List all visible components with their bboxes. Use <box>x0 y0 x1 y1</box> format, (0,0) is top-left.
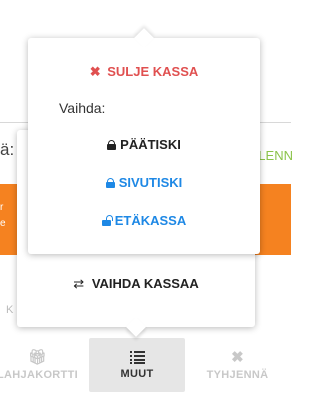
nav-more-label: MUUT <box>120 367 154 380</box>
nav-giftcard-label: LAHJAKORTTI <box>0 368 78 381</box>
register-option-sivutiski[interactable]: SIVUTISKI <box>28 175 260 190</box>
register-option-label: ETÄKASSA <box>114 213 187 228</box>
bottom-nav: 🎁︎ LAHJAKORTTI MUUT ✖ TYHJENNÄ <box>0 338 291 393</box>
banner-mark: e <box>0 218 6 229</box>
register-option-etakassa[interactable]: ETÄKASSA <box>28 213 260 228</box>
close-register-label: SULJE KASSA <box>107 64 199 79</box>
nav-more-button[interactable]: MUUT <box>89 338 185 392</box>
exchange-icon: ⇄ <box>73 276 85 291</box>
nav-clear-label: TYHJENNÄ <box>206 368 269 381</box>
register-option-label: SIVUTISKI <box>118 175 183 190</box>
banner-mark: r <box>0 202 4 213</box>
list-icon <box>129 350 145 364</box>
switch-register-label: VAIHDA KASSAA <box>91 276 199 291</box>
nav-clear-button[interactable]: ✖ TYHJENNÄ <box>190 338 285 392</box>
unlock-icon <box>101 215 113 226</box>
register-option-label: PÄÄTISKI <box>120 137 181 152</box>
nav-giftcard-button[interactable]: 🎁︎ LAHJAKORTTI <box>0 338 85 392</box>
close-icon: ✖ <box>89 64 101 79</box>
partial-label: ä: <box>0 140 15 159</box>
close-register-button[interactable]: ✖ SULJE KASSA <box>28 64 260 80</box>
lock-icon <box>107 140 117 150</box>
switch-label: Vaihda: <box>59 100 106 116</box>
close-icon: ✖ <box>231 348 244 366</box>
partial-label: K <box>6 304 14 316</box>
gift-icon: 🎁︎ <box>27 348 48 366</box>
lock-icon <box>105 178 115 188</box>
switch-register-button[interactable]: ⇄ VAIHDA KASSAA <box>17 276 255 292</box>
register-option-paatiski[interactable]: PÄÄTISKI <box>28 137 260 152</box>
register-menu-popup: ✖ SULJE KASSA Vaihda: PÄÄTISKI SIVUTISKI… <box>28 28 260 254</box>
